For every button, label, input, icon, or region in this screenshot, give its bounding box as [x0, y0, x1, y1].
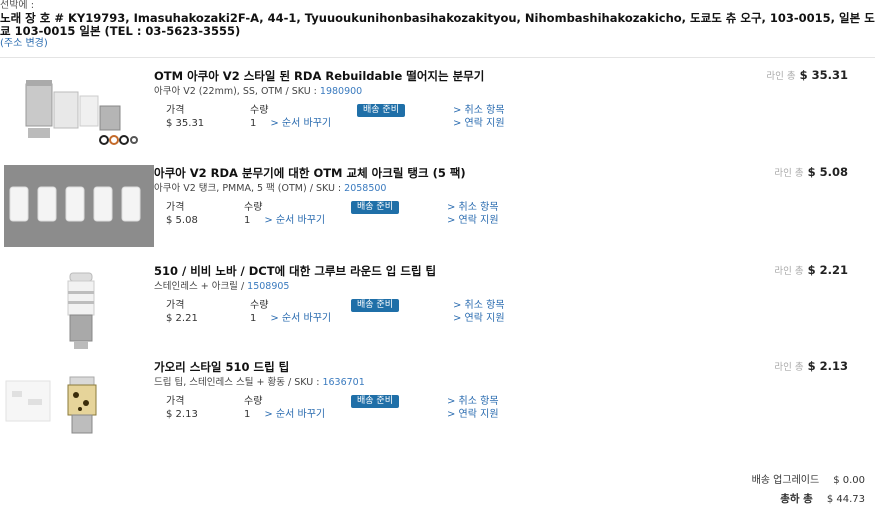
shipping-upgrade-label: 배송 업그레이드 — [751, 475, 820, 486]
price-value: $ 5.08 — [166, 215, 198, 226]
product-title[interactable]: OTM 아쿠아 V2 스타일 된 RDA Rebuildable 떨어지는 분무… — [154, 68, 484, 84]
qty-value: 1 — [244, 409, 251, 420]
product-title[interactable]: 가오리 스타일 510 드립 팁 — [154, 359, 289, 375]
price-column: 가격 $ 35.31 — [166, 104, 204, 130]
ship-ready-badge: 배송 준비 — [351, 299, 399, 312]
price-value: $ 2.13 — [166, 409, 198, 420]
qty-label: 수량 — [250, 105, 269, 116]
grand-total-row: 총하 총 $ 44.73 — [780, 491, 865, 506]
cancel-item-link[interactable]: > 취소 항목 — [447, 395, 499, 408]
change-address-link[interactable]: (주소 변경) — [0, 38, 875, 50]
qty-value: 1 — [250, 313, 257, 324]
price-label: 가격 — [166, 396, 185, 407]
price-label: 가격 — [166, 202, 185, 213]
product-title[interactable]: 510 / 비비 노바 / DCT에 대한 그루브 라운드 입 드립 팁 — [154, 263, 436, 279]
contact-support-link[interactable]: > 연락 지원 — [453, 312, 505, 325]
cart-item: 아쿠아 V2 RDA 분무기에 대한 OTM 교체 아크릴 탱크 (5 팩) 아… — [0, 165, 875, 259]
product-image-atomizer — [14, 70, 144, 158]
item-actions: > 취소 항목 > 연락 지원 — [447, 201, 499, 227]
sku-link[interactable]: 1980900 — [320, 86, 362, 97]
product-subtitle: 드립 팁, 스테인레스 스틸 + 황동 / SKU : 1636701 — [154, 377, 365, 388]
sku-link[interactable]: 1636701 — [322, 377, 364, 388]
line-total: 라인 총 $ 2.13 — [774, 359, 848, 373]
product-subtitle: 스테인레스 + 아크릴 / 1508905 — [154, 281, 290, 292]
contact-support-link[interactable]: > 연락 지원 — [453, 117, 505, 130]
item-actions: > 취소 항목 > 연락 지원 — [453, 104, 505, 130]
qty-value: 1 — [244, 215, 251, 226]
contact-support-link[interactable]: > 연락 지원 — [447, 214, 499, 227]
reorder-link[interactable]: > 순서 바꾸기 — [264, 215, 325, 226]
qty-label: 수량 — [244, 202, 263, 213]
shipping-section: 선박에 : 노래 장 호 # KY19793, Imasuhakozaki2F-… — [0, 0, 875, 50]
reorder-link[interactable]: > 순서 바꾸기 — [270, 313, 331, 324]
cancel-item-link[interactable]: > 취소 항목 — [453, 104, 505, 117]
item-actions: > 취소 항목 > 연락 지원 — [453, 299, 505, 325]
cart-item: 가오리 스타일 510 드립 팁 드립 팁, 스테인레스 스틸 + 황동 / S… — [0, 359, 875, 453]
grand-total-label: 총하 총 — [780, 493, 813, 505]
cart-item: OTM 아쿠아 V2 스타일 된 RDA Rebuildable 떨어지는 분무… — [0, 68, 875, 162]
qty-column: 수량 1 > 순서 바꾸기 — [250, 299, 331, 325]
cancel-item-link[interactable]: > 취소 항목 — [447, 201, 499, 214]
price-label: 가격 — [166, 300, 185, 311]
product-subtitle: 아쿠아 V2 (22mm), SS, OTM / SKU : 1980900 — [154, 86, 363, 97]
ship-ready-badge: 배송 준비 — [357, 104, 405, 117]
qty-label: 수량 — [250, 300, 269, 311]
item-actions: > 취소 항목 > 연락 지원 — [447, 395, 499, 421]
price-value: $ 35.31 — [166, 118, 205, 129]
product-title[interactable]: 아쿠아 V2 RDA 분무기에 대한 OTM 교체 아크릴 탱크 (5 팩) — [154, 165, 466, 181]
sku-link[interactable]: 1508905 — [247, 281, 289, 292]
shipping-address: 노래 장 호 # KY19793, Imasuhakozaki2F-A, 44-… — [0, 11, 875, 38]
grand-total-value: $ 44.73 — [826, 494, 865, 505]
price-value: $ 2.21 — [166, 313, 198, 324]
shipping-upgrade-row: 배송 업그레이드 $ 0.00 — [752, 471, 865, 486]
line-total: 라인 총 $ 35.31 — [766, 68, 848, 82]
price-label: 가격 — [166, 105, 185, 116]
ship-ready-badge: 배송 준비 — [351, 395, 399, 408]
cart-item: 510 / 비비 노바 / DCT에 대한 그루브 라운드 입 드립 팁 스테인… — [0, 263, 875, 357]
reorder-link[interactable]: > 순서 바꾸기 — [264, 409, 325, 420]
qty-label: 수량 — [244, 396, 263, 407]
sku-link[interactable]: 2058500 — [344, 183, 386, 194]
shipping-upgrade-value: $ 0.00 — [833, 475, 865, 486]
line-total: 라인 총 $ 5.08 — [774, 165, 848, 179]
qty-value: 1 — [250, 118, 257, 129]
qty-column: 수량 1 > 순서 바꾸기 — [244, 395, 325, 421]
price-column: 가격 $ 2.21 — [166, 299, 198, 325]
product-image-acrylic-tanks — [4, 165, 154, 247]
cancel-item-link[interactable]: > 취소 항목 — [453, 299, 505, 312]
ship-ready-badge: 배송 준비 — [351, 201, 399, 214]
price-column: 가격 $ 5.08 — [166, 201, 198, 227]
line-total: 라인 총 $ 2.21 — [774, 263, 848, 277]
price-column: 가격 $ 2.13 — [166, 395, 198, 421]
product-image-stingray-tip — [4, 365, 144, 445]
divider — [0, 57, 875, 58]
contact-support-link[interactable]: > 연락 지원 — [447, 408, 499, 421]
product-subtitle: 아쿠아 V2 탱크, PMMA, 5 팩 (OTM) / SKU : 20585… — [154, 183, 387, 194]
reorder-link[interactable]: > 순서 바꾸기 — [270, 118, 331, 129]
qty-column: 수량 1 > 순서 바꾸기 — [244, 201, 325, 227]
qty-column: 수량 1 > 순서 바꾸기 — [250, 104, 331, 130]
product-image-drip-tip — [50, 267, 110, 353]
